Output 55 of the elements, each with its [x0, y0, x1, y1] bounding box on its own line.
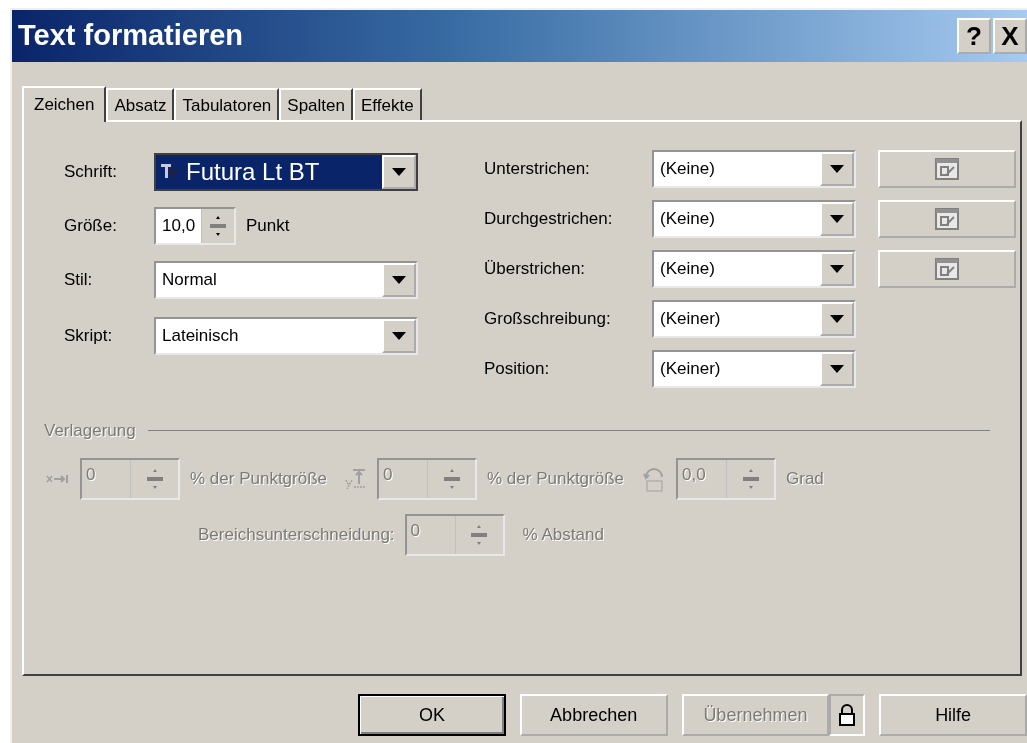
dropdown-arrow-icon [830, 265, 844, 273]
settings-button[interactable] [878, 250, 1016, 288]
dropdown-arrow-icon [392, 276, 406, 284]
tab[interactable]: Effekte [353, 88, 422, 120]
tab[interactable]: Zeichen [22, 86, 107, 122]
unit-label: % der Punktgröße [487, 467, 625, 490]
field-label: Skript: [64, 325, 114, 348]
dropdown-arrow-icon [392, 332, 406, 340]
dropdown[interactable]: (Keiner) [652, 300, 856, 338]
dropdown[interactable]: (Keiner) [652, 350, 856, 388]
size-spinbox[interactable]: 10,0 [154, 207, 236, 245]
tab[interactable]: Absatz [106, 88, 175, 120]
dropdown-arrow-icon [830, 365, 844, 373]
field-label: Position: [484, 358, 551, 381]
font-icon [160, 162, 180, 182]
tab[interactable]: Tabulatoren [174, 88, 280, 120]
dropdown-arrow-icon [830, 215, 844, 223]
unit-label: % Abstand [522, 523, 604, 546]
field-label: Schrift: [64, 161, 118, 184]
field-label: Bereichsunterschneidung: [198, 523, 395, 546]
dropdown-arrow-icon [830, 315, 844, 323]
group-label: Verlagerung [44, 420, 136, 442]
field-label: Durchgestrichen: [484, 208, 614, 231]
settings-button[interactable] [878, 150, 1016, 188]
field-label: Stil: [64, 269, 94, 292]
dropdown[interactable]: (Keine) [652, 150, 856, 188]
dialog-button[interactable]: OK [358, 694, 506, 736]
dropdown[interactable]: Normal [154, 261, 418, 299]
tab[interactable]: Spalten [279, 88, 353, 120]
unit-label: Punkt [246, 215, 290, 238]
close-button[interactable]: X [993, 18, 1027, 54]
field-label: Größe: [64, 215, 118, 238]
lock-icon [838, 703, 857, 727]
settings-button[interactable] [878, 200, 1016, 238]
dropdown[interactable]: Lateinisch [154, 317, 418, 355]
lock-button[interactable] [829, 694, 866, 736]
settings-icon [935, 208, 959, 230]
dropdown-arrow-icon [830, 165, 844, 173]
settings-icon [935, 258, 959, 280]
field-label: Unterstrichen: [484, 158, 591, 181]
help-button[interactable]: ? [957, 18, 991, 54]
dialog-button[interactable]: Abbrechen [519, 694, 668, 736]
dropdown[interactable]: (Keine) [652, 200, 856, 238]
unit-label: Grad [786, 467, 824, 490]
dropdown-arrow-icon [392, 168, 406, 176]
unit-label: % der Punktgröße [190, 467, 327, 490]
field-label: Überstrichen: [484, 258, 587, 281]
settings-icon [935, 158, 959, 180]
window-title: Text formatieren [18, 18, 245, 54]
field-label: Großschreibung: [484, 308, 612, 331]
vertical-shift-icon [345, 467, 367, 490]
dropdown-value: Futura Lt BT [186, 157, 320, 187]
dropdown[interactable]: (Keine) [652, 250, 856, 288]
font-dropdown[interactable]: Futura Lt BT [154, 153, 418, 191]
dialog-button[interactable]: Hilfe [879, 694, 1027, 736]
